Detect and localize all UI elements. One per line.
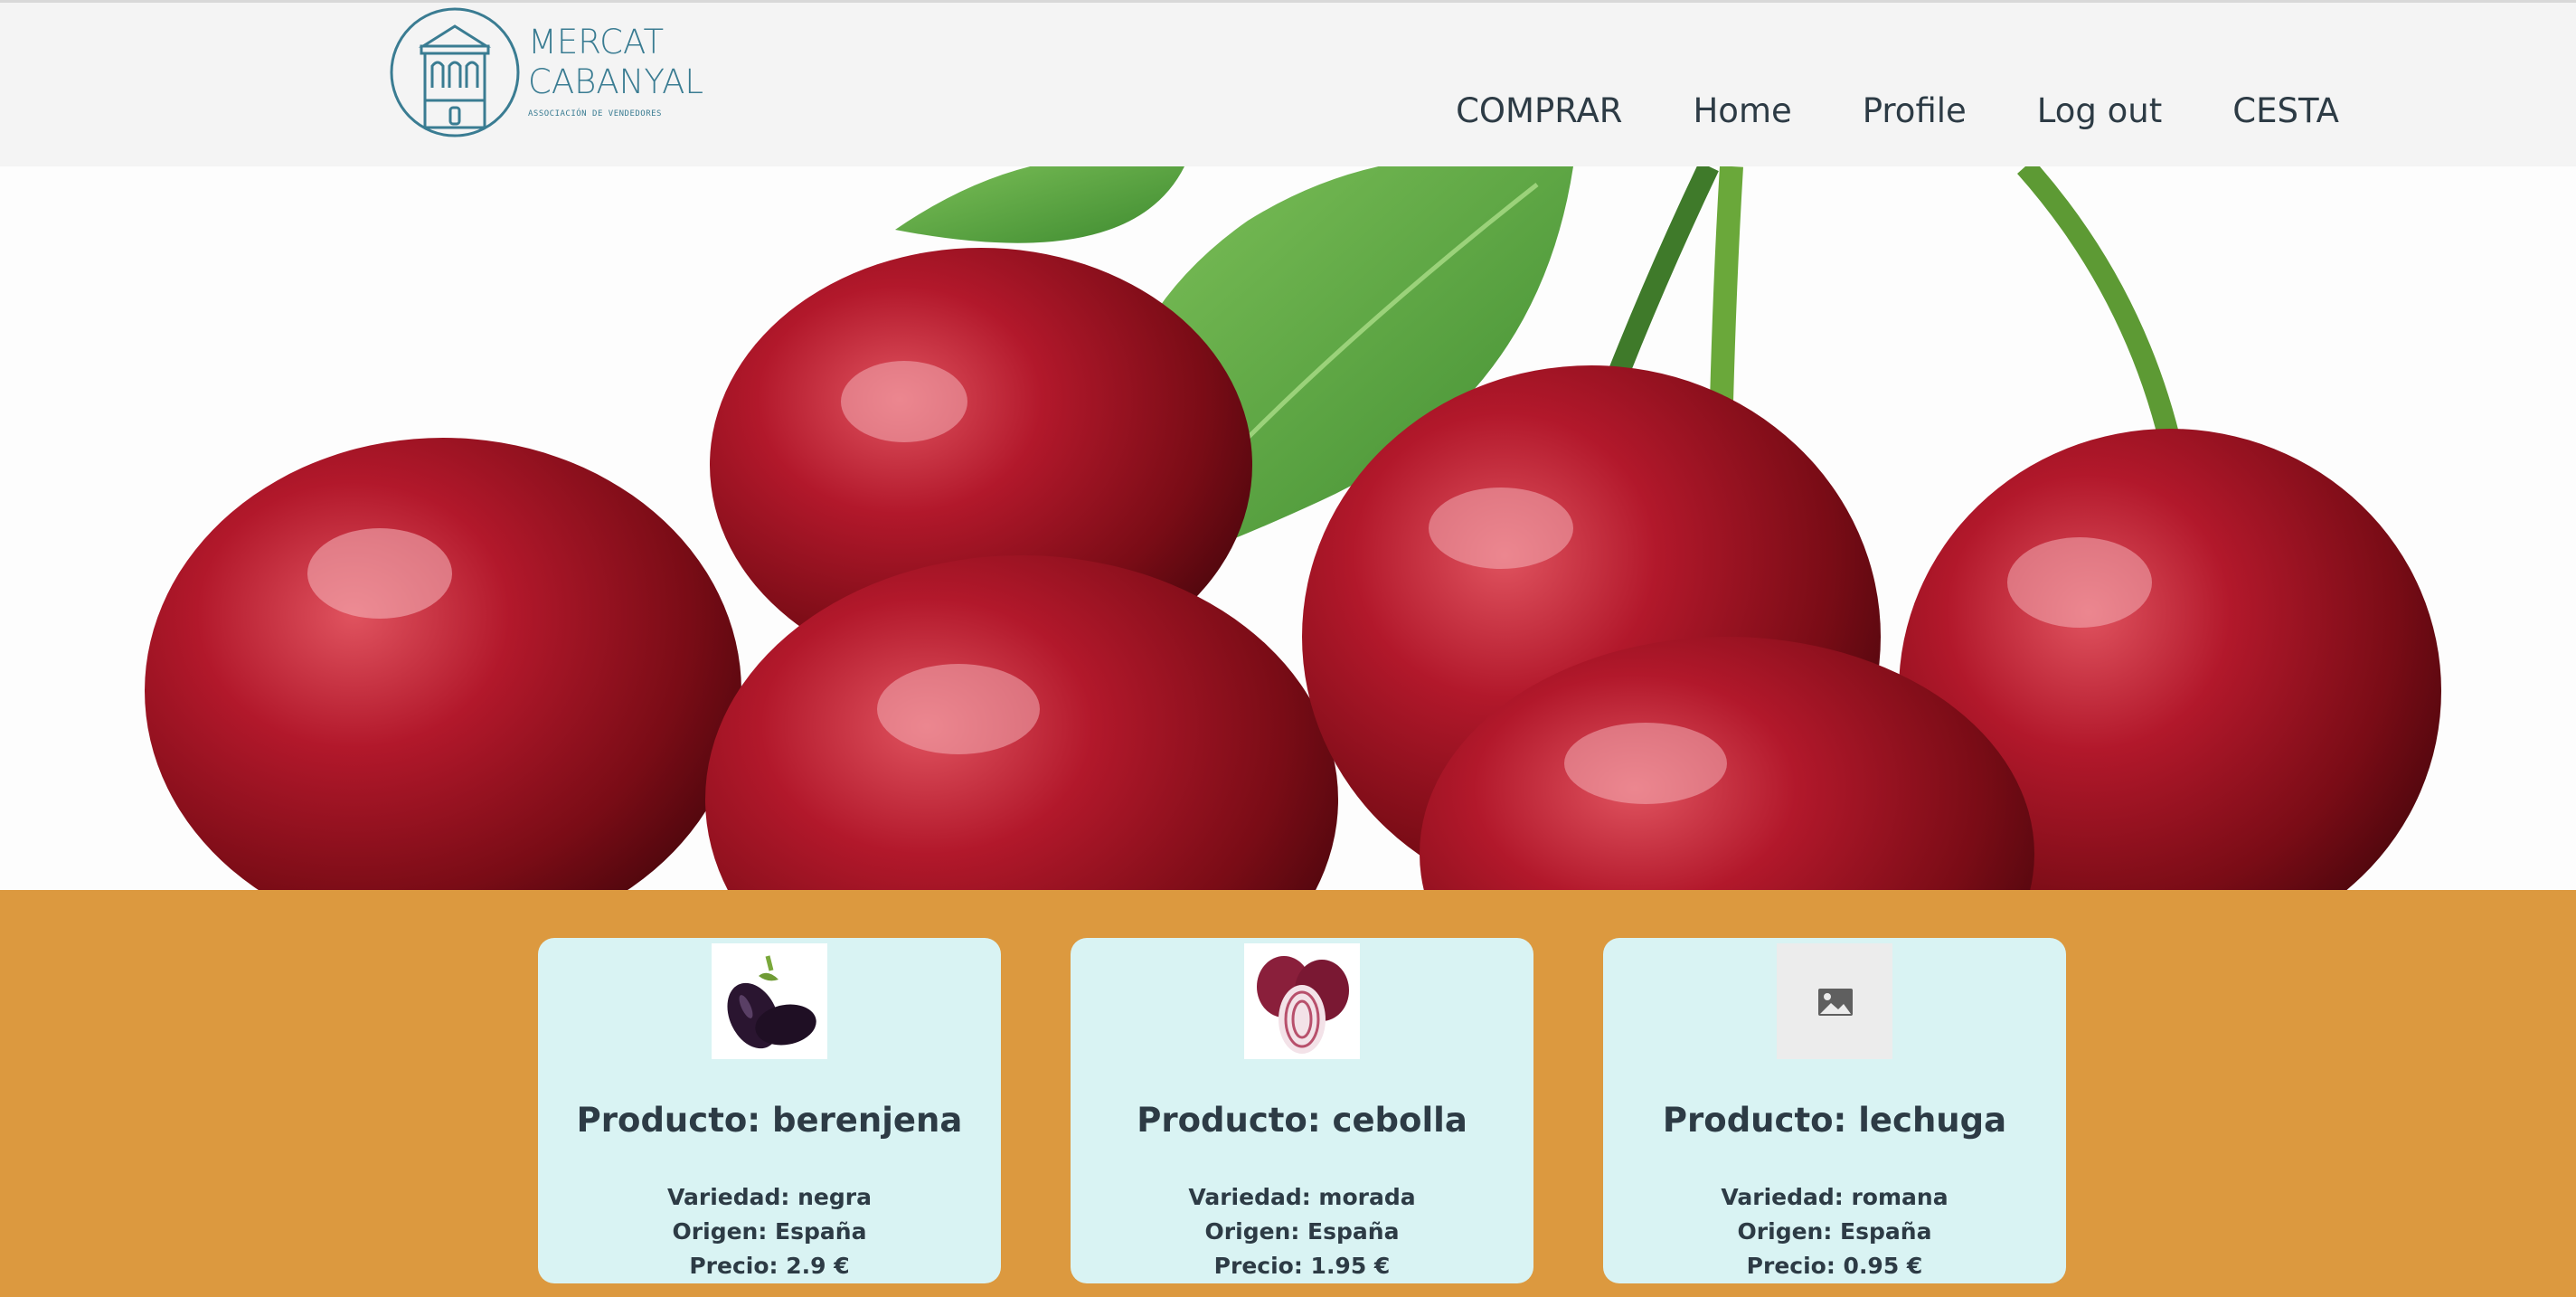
nav-home-link[interactable]: Home <box>1693 91 1791 130</box>
mercat-cabanyal-logo[interactable]: MERCAT CABANYAL ASSOCIACIÓN DE VENDEDORE… <box>389 5 714 140</box>
logo-text: MERCAT CABANYAL ASSOCIACIÓN DE VENDEDORE… <box>528 23 703 118</box>
site-header: MERCAT CABANYAL ASSOCIACIÓN DE VENDEDORE… <box>0 0 2576 166</box>
nav-logout-link[interactable]: Log out <box>2037 91 2162 130</box>
product-card[interactable]: Producto: cebolla Variedad: morada Orige… <box>1071 938 1533 1283</box>
product-info: Variedad: romana Origen: España Precio: … <box>1603 1180 2066 1283</box>
red-onion-image <box>1244 943 1360 1059</box>
product-precio: Precio: 2.9 € <box>689 1253 850 1279</box>
eggplant-image <box>712 943 827 1059</box>
product-title: Producto: lechuga <box>1662 1101 2007 1140</box>
image-placeholder <box>1777 943 1892 1059</box>
nav-cesta-link[interactable]: CESTA <box>2232 91 2339 130</box>
brand-subtitle: ASSOCIACIÓN DE VENDEDORES <box>528 109 662 118</box>
product-origen: Origen: España <box>1204 1218 1400 1245</box>
product-title: Producto: berenjena <box>576 1101 963 1140</box>
product-origen: Origen: España <box>672 1218 867 1245</box>
products-section: Producto: berenjena Variedad: negra Orig… <box>0 890 2576 1297</box>
product-card[interactable]: Producto: lechuga Variedad: romana Orige… <box>1603 938 2066 1283</box>
product-info: Variedad: morada Origen: España Precio: … <box>1071 1180 1533 1283</box>
product-precio: Precio: 0.95 € <box>1746 1253 1923 1279</box>
brand-line-2: CABANYAL <box>528 62 704 101</box>
product-title: Producto: cebolla <box>1137 1101 1467 1140</box>
cherries-image <box>0 166 2576 890</box>
nav-profile-link[interactable]: Profile <box>1863 91 1967 130</box>
main-nav: COMPRAR Home Profile Log out CESTA <box>1456 91 2339 130</box>
product-precio: Precio: 1.95 € <box>1213 1253 1391 1279</box>
product-origen: Origen: España <box>1737 1218 1932 1245</box>
product-variedad: Variedad: negra <box>667 1184 872 1210</box>
image-placeholder-icon <box>1777 943 1892 1059</box>
red-onion-icon <box>1244 943 1360 1059</box>
hero-banner <box>0 166 2576 890</box>
eggplant-icon <box>712 943 827 1059</box>
product-variedad: Variedad: morada <box>1188 1184 1416 1210</box>
product-card[interactable]: Producto: berenjena Variedad: negra Orig… <box>538 938 1001 1283</box>
product-info: Variedad: negra Origen: España Precio: 2… <box>538 1180 1001 1283</box>
nav-comprar-link[interactable]: COMPRAR <box>1456 91 1622 130</box>
market-building-logo-icon <box>390 7 520 137</box>
product-variedad: Variedad: romana <box>1721 1184 1949 1210</box>
brand-line-1: MERCAT <box>528 23 665 62</box>
